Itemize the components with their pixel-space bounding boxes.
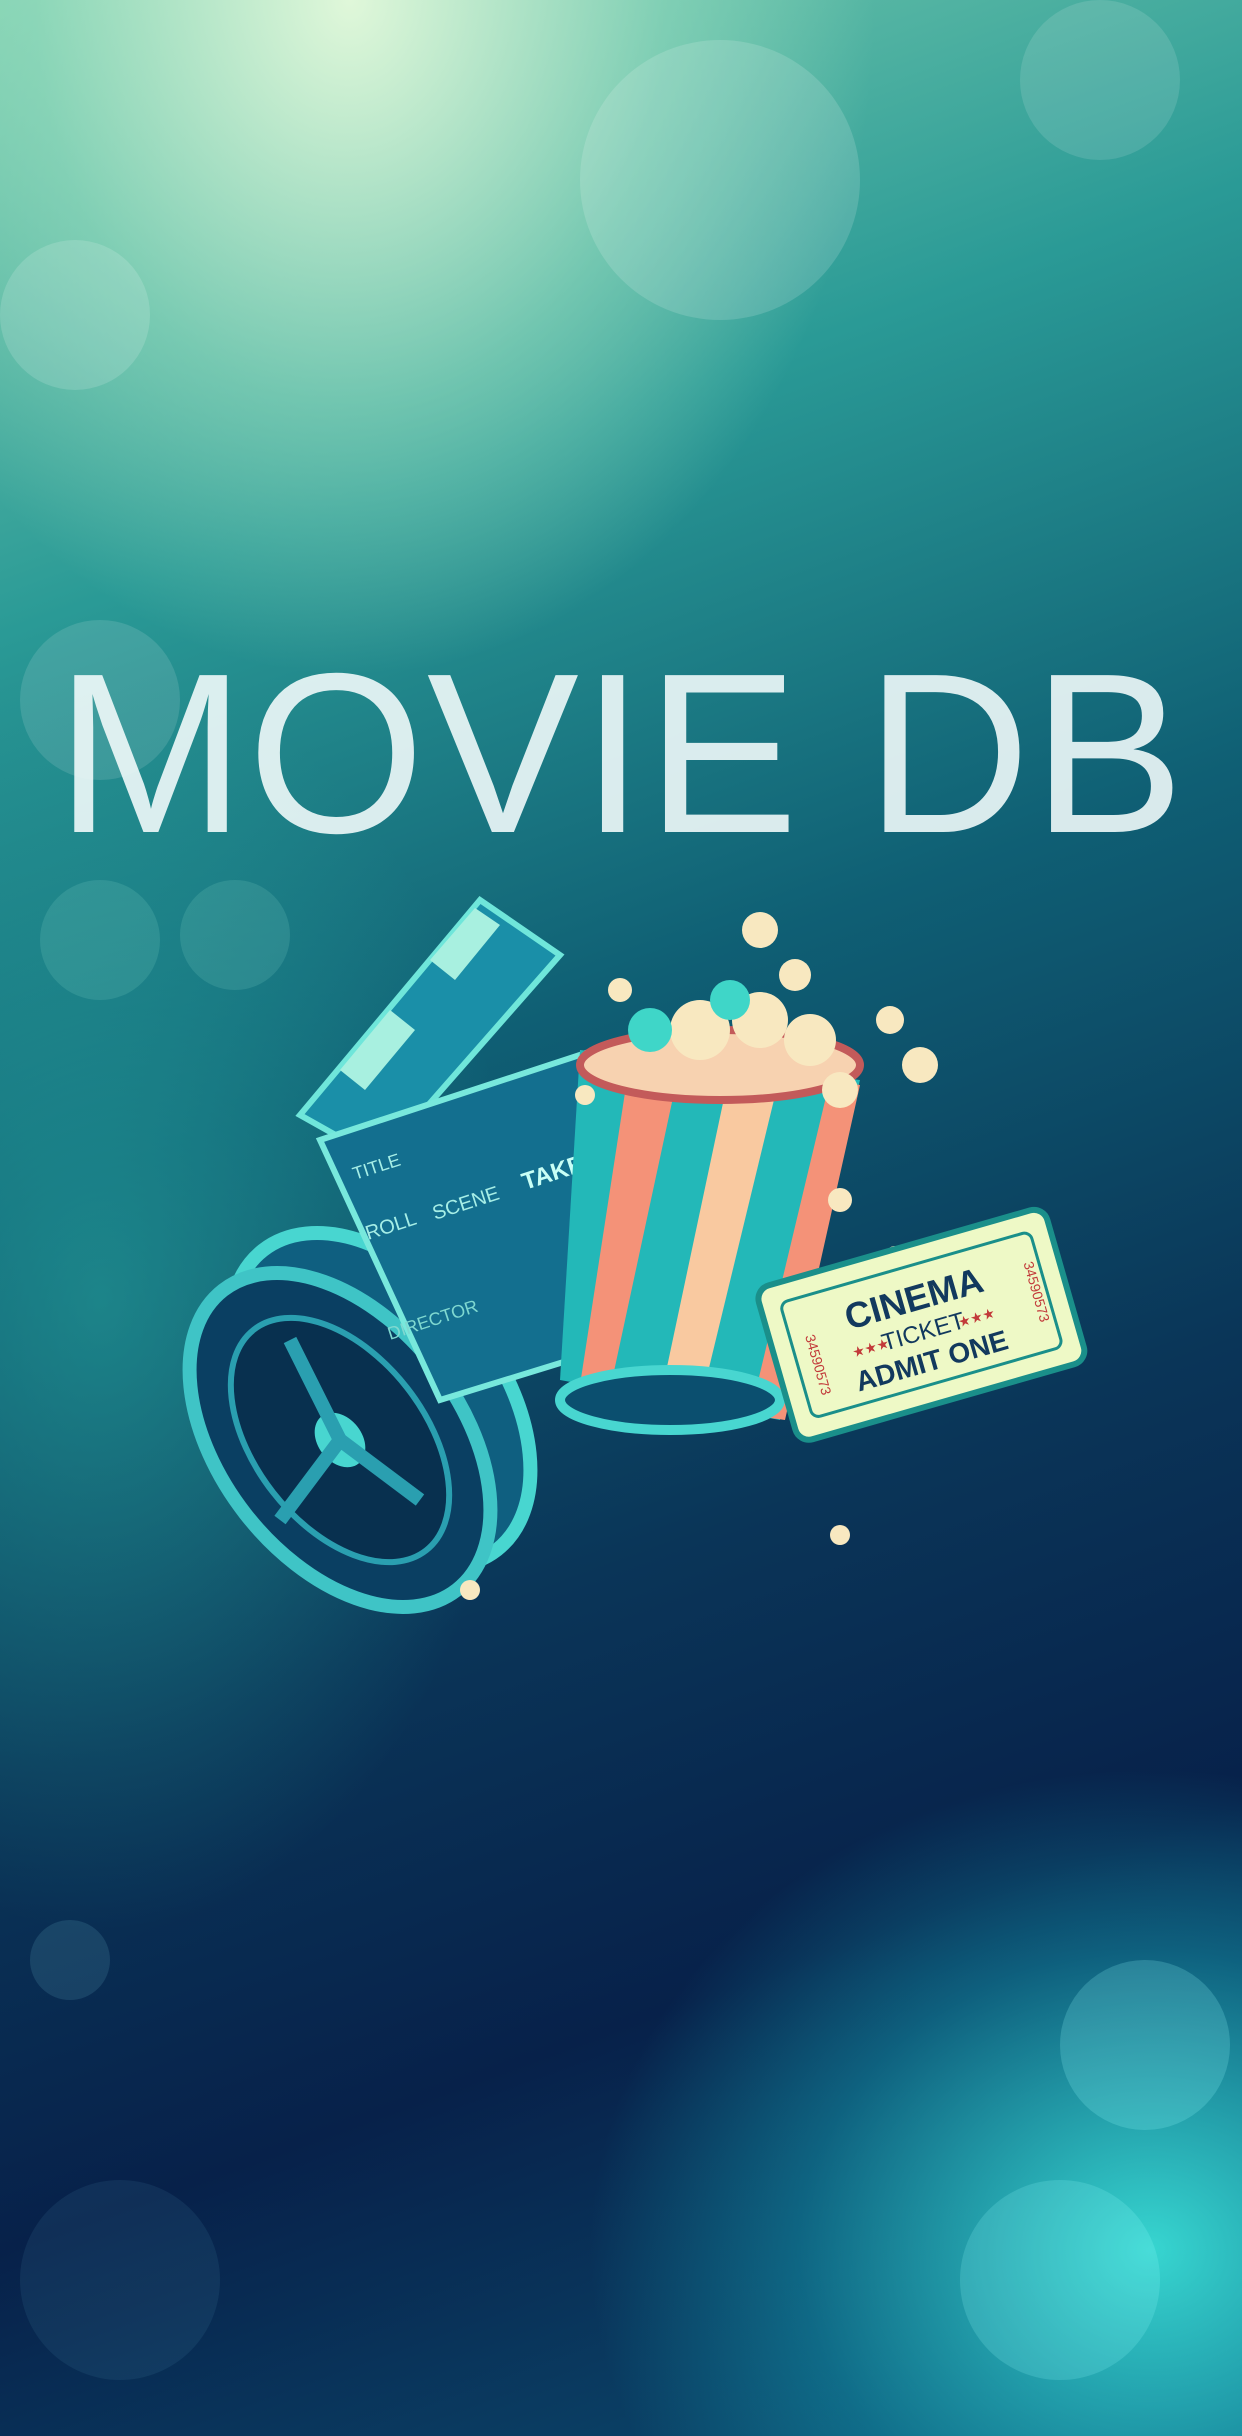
bokeh-light [580, 40, 860, 320]
bokeh-light [20, 2180, 220, 2380]
bokeh-light [30, 1920, 110, 2000]
bokeh-light [1060, 1960, 1230, 2130]
bokeh-light [960, 2180, 1160, 2380]
bokeh-light [0, 240, 150, 390]
cinema-illustration: TITLE ROLL SCENE TAKE DIRECTOR CINEMA TI… [182, 895, 1088, 1614]
app-title: MOVIE DB [55, 627, 1187, 881]
bokeh-light [1020, 0, 1180, 160]
